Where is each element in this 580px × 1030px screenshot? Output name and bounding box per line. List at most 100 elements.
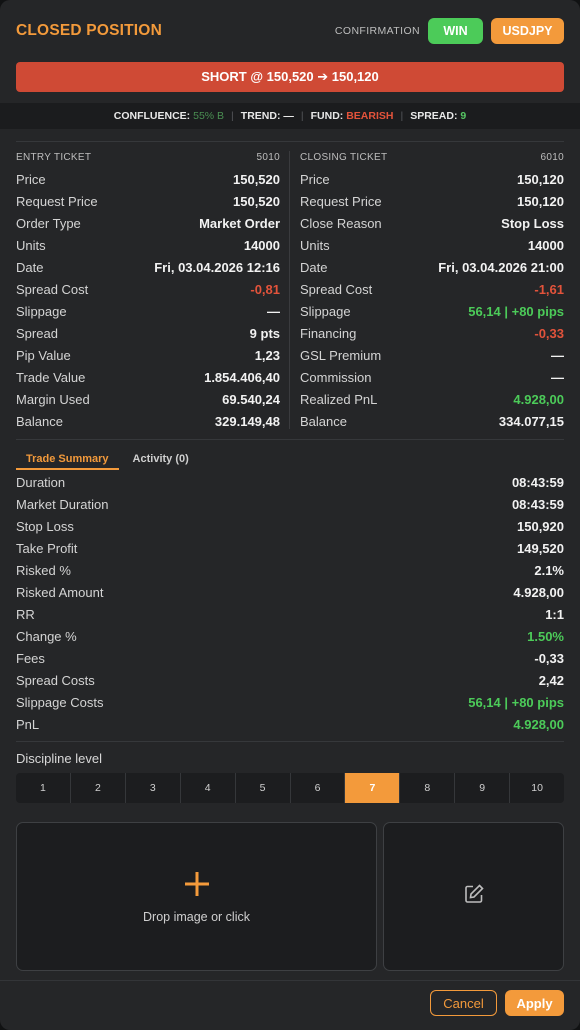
discipline-scale: 1 2 3 4 5 6 7 8 9 10	[16, 773, 564, 803]
summary-value: 08:43:59	[511, 496, 564, 512]
summary-label: Fees	[16, 650, 45, 666]
summary-row: Slippage Costs 56,14 | +80 pips	[16, 691, 564, 713]
entry-ticket-label: Balance	[16, 413, 63, 429]
closing-ticket-row: Units 14000	[300, 234, 564, 256]
strip-divider: |	[300, 110, 304, 122]
entry-ticket-value: 150,520	[233, 171, 280, 187]
entry-ticket-label: Pip Value	[16, 347, 71, 363]
discipline-level-4[interactable]: 4	[181, 773, 236, 803]
summary-row: RR 1:1	[16, 603, 564, 625]
entry-ticket-row: Margin Used 69.540,24	[16, 388, 280, 410]
closing-ticket-row: Financing -0,33	[300, 322, 564, 344]
summary-label: Change %	[16, 628, 77, 644]
summary-value: 149,520	[517, 540, 564, 556]
closing-ticket-label: Units	[300, 237, 330, 253]
summary-row: Change % 1.50%	[16, 625, 564, 647]
closing-ticket-value: 4.928,00	[513, 391, 564, 407]
entry-ticket-row: Request Price 150,520	[16, 190, 280, 212]
discipline-level-5[interactable]: 5	[236, 773, 291, 803]
closing-ticket-value: 150,120	[517, 193, 564, 209]
trade-summary: Duration 08:43:59 Market Duration 08:43:59 S…	[16, 471, 564, 735]
entry-ticket-label: Order Type	[16, 215, 81, 231]
closing-ticket-label: Price	[300, 171, 330, 187]
entry-ticket-row: Units 14000	[16, 234, 280, 256]
closing-ticket-value: -1,61	[534, 281, 564, 297]
summary-row: Market Duration 08:43:59	[16, 493, 564, 515]
closing-ticket-row: Request Price 150,120	[300, 190, 564, 212]
entry-ticket-value: 329.149,48	[214, 413, 280, 429]
closing-ticket-value: Fri, 03.04.2026 21:00	[438, 259, 564, 275]
discipline-label: Discipline level	[16, 751, 102, 766]
tab-trade-summary[interactable]: Trade Summary	[16, 449, 119, 470]
closed-position-panel: CLOSED POSITION CONFIRMATION WIN USDJPY …	[0, 0, 580, 1030]
closing-ticket-value: —	[551, 369, 564, 385]
closing-ticket-row: Realized PnL 4.928,00	[300, 388, 564, 410]
summary-row: Spread Costs 2,42	[16, 669, 564, 691]
strip-divider: |	[231, 110, 234, 122]
closing-ticket-row: Date Fri, 03.04.2026 21:00	[300, 256, 564, 278]
entry-ticket-label: Slippage	[16, 303, 67, 319]
confirmation-label: CONFIRMATION	[334, 24, 420, 37]
summary-row: Take Profit 149,520	[16, 537, 564, 559]
position-banner: SHORT @ 150,520 ➔ 150,120	[16, 62, 564, 92]
closing-ticket-row: Close Reason Stop Loss	[300, 212, 564, 234]
summary-row: Risked % 2.1%	[16, 559, 564, 581]
summary-value: 150,920	[517, 518, 564, 534]
discipline-level-3[interactable]: 3	[126, 773, 181, 803]
entry-ticket-header: ENTRY TICKET 5010	[16, 146, 280, 168]
entry-ticket-id: 5010	[256, 151, 280, 163]
fund-value: BEARISH	[346, 110, 394, 122]
summary-label: Take Profit	[16, 540, 78, 556]
entry-ticket-row: Spread Cost -0,81	[16, 278, 280, 300]
discipline-level-2[interactable]: 2	[71, 773, 126, 803]
discipline-level-9[interactable]: 9	[455, 773, 511, 803]
divider	[16, 741, 564, 742]
discipline-level-6[interactable]: 6	[291, 773, 346, 803]
entry-ticket-row: Date Fri, 03.04.2026 12:16	[16, 256, 280, 278]
discipline-level-10[interactable]: 10	[510, 773, 564, 803]
summary-row: Duration 08:43:59	[16, 471, 564, 493]
closing-ticket-value: -0,33	[534, 325, 564, 341]
closing-ticket-row: GSL Premium —	[300, 344, 564, 366]
entry-ticket-value: 9 pts	[249, 325, 280, 341]
closing-ticket-value: Stop Loss	[501, 215, 564, 231]
apply-button[interactable]: Apply	[505, 990, 564, 1016]
closing-ticket-header: CLOSING TICKET 6010	[300, 146, 564, 168]
closing-ticket-label: Request Price	[300, 193, 382, 209]
entry-ticket-row: Balance 329.149,48	[16, 410, 280, 432]
summary-label: Spread Costs	[16, 672, 95, 688]
tab-activity[interactable]: Activity (0)	[123, 449, 199, 470]
discipline-level-8[interactable]: 8	[400, 773, 456, 803]
plus-icon	[184, 870, 210, 900]
summary-row: Fees -0,33	[16, 647, 564, 669]
closing-ticket-row: Price 150,120	[300, 168, 564, 190]
summary-value: 1.50%	[527, 628, 564, 644]
entry-ticket-value: 1,23	[254, 347, 280, 363]
note-button[interactable]	[383, 822, 564, 971]
closing-ticket-row: Spread Cost -1,61	[300, 278, 564, 300]
closing-ticket-label: Date	[300, 259, 328, 275]
entry-ticket-title: ENTRY TICKET	[16, 151, 92, 163]
discipline-level-7[interactable]: 7	[345, 773, 401, 803]
win-badge[interactable]: WIN	[428, 17, 483, 44]
ticket-divider	[289, 151, 290, 429]
cancel-button[interactable]: Cancel	[430, 990, 497, 1016]
summary-value: 56,14 | +80 pips	[468, 694, 564, 710]
closing-ticket-value: —	[551, 347, 564, 363]
image-dropzone[interactable]: Drop image or click	[16, 822, 377, 971]
summary-label: Stop Loss	[16, 518, 74, 534]
summary-value: 4.928,00	[513, 584, 564, 600]
closing-ticket-label: Financing	[300, 325, 357, 341]
trend-label: TREND:	[240, 110, 281, 122]
entry-ticket-value: 14000	[243, 237, 280, 253]
header-bar: CLOSED POSITION CONFIRMATION WIN USDJPY	[16, 17, 564, 44]
closing-ticket-value: 14000	[527, 237, 564, 253]
summary-label: Risked Amount	[16, 584, 104, 600]
symbol-badge[interactable]: USDJPY	[491, 17, 564, 44]
summary-label: RR	[16, 606, 35, 622]
entry-ticket-value: -0,81	[250, 281, 280, 297]
closing-ticket: CLOSING TICKET 6010 Price 150,120 Request …	[300, 146, 564, 432]
entry-ticket-label: Margin Used	[16, 391, 90, 407]
footer-divider	[0, 980, 580, 981]
discipline-level-1[interactable]: 1	[16, 773, 71, 803]
